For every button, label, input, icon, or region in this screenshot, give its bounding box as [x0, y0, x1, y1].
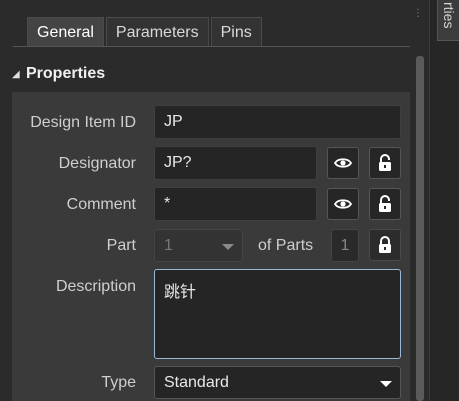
design-item-id-label: Design Item ID — [30, 114, 136, 131]
unlock-icon — [379, 195, 391, 212]
eye-icon — [334, 199, 352, 209]
of-parts-label: of Parts — [258, 237, 314, 254]
tab-pins[interactable]: Pins — [210, 17, 262, 47]
comment-visibility-button[interactable] — [327, 188, 359, 220]
comment-input[interactable]: * — [154, 187, 317, 221]
tab-bar: General Parameters Pins — [27, 17, 264, 47]
designator-input[interactable]: JP? — [154, 146, 317, 180]
eye-icon — [334, 158, 352, 168]
properties-window: ⋮ General Parameters Pins ◢ Properties D… — [0, 0, 459, 401]
properties-side-tab[interactable]: rties — [437, 0, 459, 41]
tab-parameters[interactable]: Parameters — [105, 17, 209, 47]
chevron-down-icon — [222, 244, 234, 250]
description-textarea[interactable]: 跳针 — [154, 269, 401, 359]
section-title: Properties — [26, 65, 106, 82]
type-label: Type — [101, 374, 136, 391]
vertical-scrollbar-thumb[interactable] — [416, 56, 424, 401]
designator-visibility-button[interactable] — [327, 147, 359, 179]
design-item-id-input[interactable]: JP — [154, 105, 401, 139]
type-select[interactable]: Standard — [154, 366, 401, 399]
part-lock-button[interactable] — [369, 229, 401, 261]
designator-lock-button[interactable] — [369, 147, 401, 179]
side-panel-gutter — [429, 0, 459, 401]
designator-label: Designator — [58, 155, 136, 172]
collapse-triangle-icon[interactable]: ◢ — [12, 69, 26, 80]
tab-divider — [13, 46, 410, 47]
description-label: Description — [55, 278, 136, 295]
side-tab-label: rties — [441, 2, 457, 29]
part-select: 1 — [154, 229, 243, 262]
chevron-down-icon — [380, 381, 392, 387]
title-strip — [0, 0, 430, 10]
lock-icon — [379, 236, 391, 253]
type-select-value: Standard — [164, 374, 229, 391]
unlock-icon — [379, 154, 391, 171]
part-select-value: 1 — [164, 237, 173, 254]
comment-label: Comment — [66, 196, 136, 213]
of-parts-value: 1 — [331, 229, 359, 262]
comment-lock-button[interactable] — [369, 188, 401, 220]
properties-section-header[interactable]: ◢ Properties — [12, 60, 105, 88]
part-label: Part — [106, 237, 136, 254]
tab-general[interactable]: General — [27, 17, 104, 47]
panel-menu-icon[interactable]: ⋮ — [413, 9, 423, 19]
